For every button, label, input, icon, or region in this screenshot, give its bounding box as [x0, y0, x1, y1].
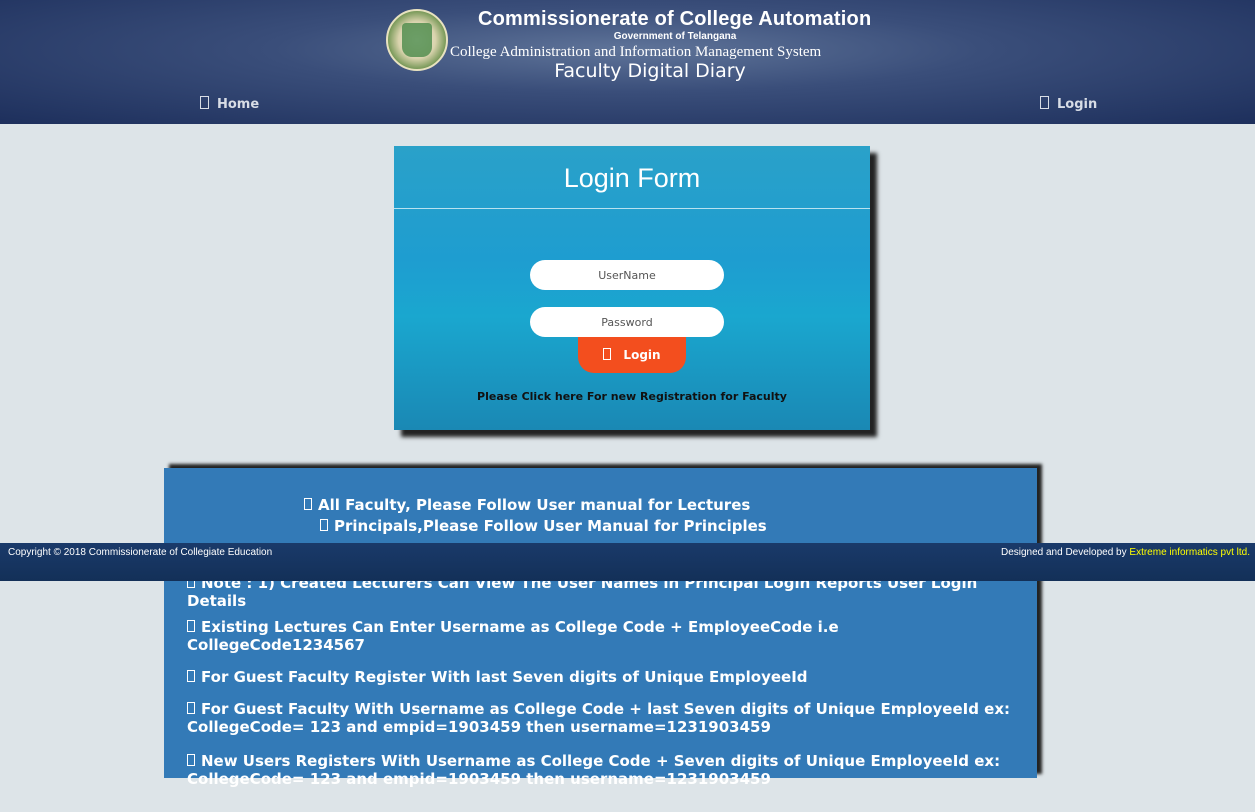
notice-item: All Faculty, Please Follow User manual f… [304, 496, 750, 514]
developer-link[interactable]: Extreme informatics pvt ltd. [1129, 547, 1250, 558]
notice-item: For Guest Faculty With Username as Colle… [187, 700, 1037, 736]
notice-text: New Users Registers With Username as Col… [187, 752, 1001, 788]
bullet-icon [304, 498, 312, 510]
bullet-icon [187, 620, 195, 632]
notice-text: Existing Lectures Can Enter Username as … [187, 618, 839, 654]
footer-copyright: Copyright © 2018 Commissionerate of Coll… [8, 547, 273, 558]
bullet-icon [187, 754, 195, 766]
telangana-emblem-icon [386, 9, 448, 71]
login-button-label: Login [623, 348, 661, 362]
nav-home-label: Home [217, 97, 260, 112]
login-icon [603, 348, 612, 360]
bullet-icon [187, 670, 195, 682]
notice-text: For Guest Faculty Register With last Sev… [201, 668, 808, 686]
notice-panel: All Faculty, Please Follow User manual f… [164, 468, 1037, 788]
site-footer: Copyright © 2018 Commissionerate of Coll… [0, 543, 1255, 581]
notice-item: Principals,Please Follow User Manual for… [320, 517, 767, 535]
nav-login-link[interactable]: Login [1040, 96, 1097, 112]
nav-home-link[interactable]: Home [200, 96, 259, 112]
username-input[interactable] [530, 260, 724, 290]
login-icon [1040, 96, 1049, 109]
header-subtitle: Government of Telangana [613, 31, 737, 42]
login-form-title: Login Form [563, 163, 701, 193]
footer-designed-by: Designed and Developed by [1000, 547, 1130, 558]
login-button[interactable]: Login [578, 337, 686, 373]
bullet-icon [187, 702, 195, 714]
notice-item: For Guest Faculty Register With last Sev… [187, 668, 1017, 686]
registration-link[interactable]: Please Click here For new Registration f… [394, 390, 870, 403]
notice-text[interactable]: Principals,Please Follow User Manual for… [334, 517, 767, 535]
header-app-name: Faculty Digital Diary [554, 60, 746, 82]
header-system-name: College Administration and Information M… [450, 44, 822, 60]
notice-text: For Guest Faculty With Username as Colle… [187, 700, 1011, 736]
header-title: Commissionerate of College Automation [478, 8, 872, 30]
site-header: Commissionerate of College Automation Go… [0, 0, 1255, 124]
footer-credits: Designed and Developed by Extreme inform… [1001, 547, 1250, 558]
login-form: Login Form Login Please Click here For n… [394, 146, 870, 430]
notice-text[interactable]: All Faculty, Please Follow User manual f… [318, 496, 750, 514]
home-icon [200, 96, 209, 109]
notice-item: Existing Lectures Can Enter Username as … [187, 618, 1017, 654]
password-input[interactable] [530, 307, 724, 337]
nav-login-label: Login [1057, 97, 1098, 112]
login-form-divider [394, 208, 870, 209]
bullet-icon [320, 519, 328, 531]
notice-item: New Users Registers With Username as Col… [187, 752, 1037, 788]
